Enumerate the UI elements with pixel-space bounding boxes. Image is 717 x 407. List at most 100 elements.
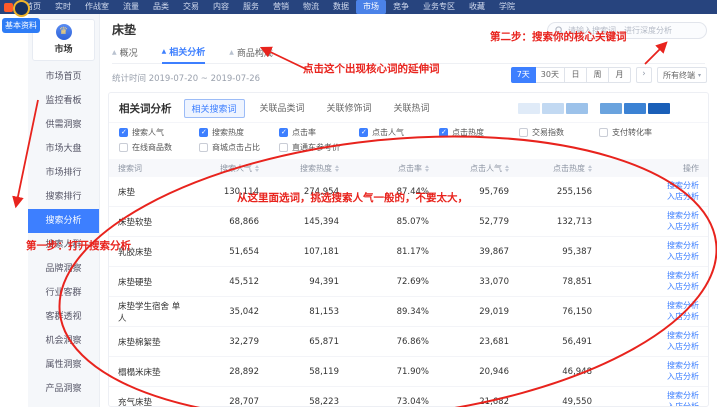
value-cell: 274,954: [259, 187, 339, 197]
action-link[interactable]: 入店分析: [667, 342, 699, 353]
nav-item[interactable]: 流量: [116, 0, 146, 14]
checkbox-icon[interactable]: [119, 143, 128, 152]
action-link[interactable]: 搜索分析: [667, 391, 699, 402]
value-cell: 81.17%: [339, 247, 429, 257]
action-link[interactable]: 入店分析: [667, 222, 699, 233]
nav-item[interactable]: 收藏: [462, 0, 492, 14]
sidebar-item[interactable]: 属性洞察: [28, 353, 99, 377]
nav-item[interactable]: 竞争: [386, 0, 416, 14]
nav-item[interactable]: 市场: [356, 0, 386, 14]
terminal-dropdown[interactable]: 所有终端 ▾: [657, 67, 707, 83]
nav-item[interactable]: 服务: [236, 0, 266, 14]
nav-item[interactable]: 学院: [492, 0, 522, 14]
search-term-cell: 床垫棉絮垫: [118, 336, 188, 348]
metric-checkbox-item[interactable]: 点击热度: [439, 127, 519, 138]
column-header[interactable]: 点击率: [339, 163, 429, 174]
action-link[interactable]: 入店分析: [667, 402, 699, 407]
page-tab[interactable]: ▲商品构成: [229, 41, 273, 64]
avatar[interactable]: [13, 0, 30, 17]
profile-badge[interactable]: 基本资料: [2, 18, 40, 33]
metric-row-2: 在线商品数商城点击占比直通车参考价: [119, 142, 698, 153]
date-range-pill[interactable]: 7天: [511, 67, 536, 83]
sidebar-item[interactable]: 供需洞察: [28, 113, 99, 137]
checkbox-icon[interactable]: [359, 128, 368, 137]
sidebar-item[interactable]: 市场大盘: [28, 137, 99, 161]
related-word-tab[interactable]: 关联热词: [387, 99, 437, 118]
nav-item[interactable]: 交易: [176, 0, 206, 14]
action-link[interactable]: 入店分析: [667, 372, 699, 383]
related-word-tab[interactable]: 相关搜索词: [184, 99, 245, 118]
metric-checkbox-item[interactable]: 直通车参考价: [279, 142, 359, 153]
sidebar-item[interactable]: 搜索人群: [28, 233, 99, 257]
action-link[interactable]: 入店分析: [667, 282, 699, 293]
checkbox-icon[interactable]: [439, 128, 448, 137]
action-link[interactable]: 搜索分析: [667, 181, 699, 192]
metric-checkbox-item[interactable]: 点击人气: [359, 127, 439, 138]
terminal-label: 所有终端: [663, 70, 695, 81]
nav-item[interactable]: 营销: [266, 0, 296, 14]
nav-item[interactable]: 业务专区: [416, 0, 462, 14]
date-range-pill[interactable]: 周: [587, 67, 609, 83]
date-range-pill[interactable]: 30天: [536, 67, 565, 83]
column-header-label: 点击热度: [553, 163, 585, 174]
metric-checkbox-item[interactable]: 商城点击占比: [199, 142, 279, 153]
checkbox-icon[interactable]: [599, 128, 608, 137]
metric-checkbox-item[interactable]: 在线商品数: [119, 142, 199, 153]
sidebar-item[interactable]: 搜索分析: [28, 209, 99, 233]
value-cell: 39,867: [429, 247, 509, 257]
metric-checkbox-item[interactable]: 支付转化率: [599, 127, 679, 138]
action-link[interactable]: 搜索分析: [667, 241, 699, 252]
column-header[interactable]: 搜索人气: [188, 163, 259, 174]
related-word-tab[interactable]: 关联修饰词: [320, 99, 379, 118]
action-link[interactable]: 搜索分析: [667, 361, 699, 372]
checkbox-icon[interactable]: [199, 128, 208, 137]
metric-checkbox-item[interactable]: 点击率: [279, 127, 359, 138]
related-word-tab[interactable]: 关联品类词: [253, 99, 312, 118]
metric-checkbox-item[interactable]: 搜索人气: [119, 127, 199, 138]
sidebar-item[interactable]: 客群透视: [28, 305, 99, 329]
sidebar-item[interactable]: 产品洞察: [28, 377, 99, 401]
sidebar-item[interactable]: 市场排行: [28, 161, 99, 185]
action-link[interactable]: 搜索分析: [667, 271, 699, 282]
column-header[interactable]: 点击人气: [429, 163, 509, 174]
sidebar-item[interactable]: 市场首页: [28, 65, 99, 89]
date-range-pill[interactable]: 日: [565, 67, 587, 83]
action-link[interactable]: 入店分析: [667, 192, 699, 203]
page-tab[interactable]: ▲相关分析: [162, 41, 206, 64]
date-range-pill[interactable]: 月: [609, 67, 631, 83]
action-link[interactable]: 搜索分析: [667, 301, 699, 312]
keyword-search-box[interactable]: [547, 22, 707, 39]
checkbox-icon[interactable]: [199, 143, 208, 152]
nav-item[interactable]: 物流: [296, 0, 326, 14]
checkbox-icon[interactable]: [119, 128, 128, 137]
column-header[interactable]: 搜索热度: [259, 163, 339, 174]
sidebar-module-card[interactable]: ♛ 市场: [32, 19, 95, 61]
nav-item[interactable]: 实时: [48, 0, 78, 14]
sidebar-item[interactable]: 行业客群: [28, 281, 99, 305]
next-page-button[interactable]: ›: [636, 67, 652, 83]
checkbox-icon[interactable]: [279, 128, 288, 137]
sidebar-item[interactable]: 机会洞察: [28, 329, 99, 353]
nav-item[interactable]: 内容: [206, 0, 236, 14]
action-link[interactable]: 入店分析: [667, 312, 699, 323]
nav-item[interactable]: 数据: [326, 0, 356, 14]
metric-checkbox-item[interactable]: 交易指数: [519, 127, 599, 138]
nav-item[interactable]: 作战室: [78, 0, 116, 14]
page-tab[interactable]: ▲概况: [112, 41, 138, 64]
action-link[interactable]: 搜索分析: [667, 331, 699, 342]
column-header[interactable]: 点击热度: [509, 163, 592, 174]
sidebar-item[interactable]: 搜索排行: [28, 185, 99, 209]
column-header: 操作: [592, 163, 699, 174]
checkbox-icon[interactable]: [279, 143, 288, 152]
checkbox-icon[interactable]: [519, 128, 528, 137]
profile-widget[interactable]: 基本资料: [2, 0, 40, 33]
nav-item[interactable]: 品类: [146, 0, 176, 14]
sidebar-item[interactable]: 监控看板: [28, 89, 99, 113]
metric-checkbox-item[interactable]: 搜索热度: [199, 127, 279, 138]
action-link[interactable]: 搜索分析: [667, 211, 699, 222]
sidebar-item[interactable]: 品牌洞察: [28, 257, 99, 281]
search-input[interactable]: [568, 26, 699, 35]
value-cell: 73.04%: [339, 397, 429, 407]
action-link[interactable]: 入店分析: [667, 252, 699, 263]
table-row: 充气床垫28,70758,22373.04%21,68249,550搜索分析入店…: [109, 387, 708, 407]
